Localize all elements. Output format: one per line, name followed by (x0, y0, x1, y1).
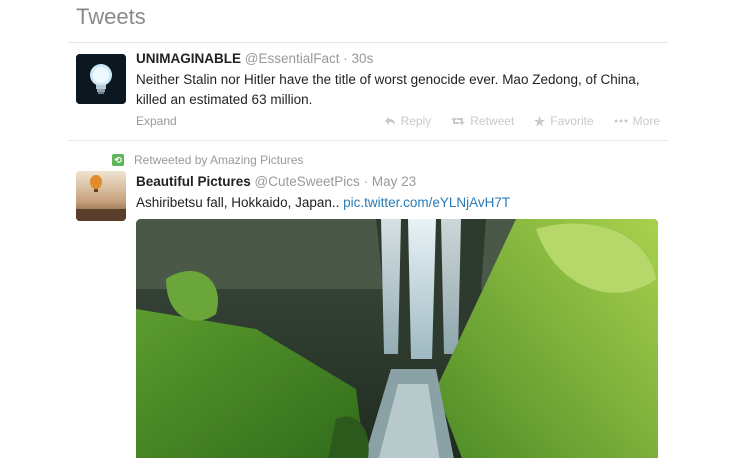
retweet-context: ⟲ Retweeted by Amazing Pictures (112, 153, 303, 167)
hot-air-balloon-icon (76, 171, 126, 221)
author-handle[interactable]: @EssentialFact (245, 51, 340, 66)
tweet-text-body: Ashiribetsu fall, Hokkaido, Japan.. (136, 195, 340, 210)
author-handle[interactable]: @CuteSweetPics (255, 174, 360, 189)
tweet-actions: Reply Retweet Favorite More (384, 114, 660, 128)
tweet-text: Neither Stalin nor Hitler have the title… (136, 72, 640, 107)
media-link[interactable]: pic.twitter.com/eYLNjAvH7T (343, 195, 510, 210)
more-action[interactable]: More (614, 114, 660, 128)
retweet-icon: ⟲ (112, 154, 124, 166)
page-title: Tweets (76, 4, 146, 29)
tweet-content: UNIMAGINABLE @EssentialFact · 30s Neithe… (136, 50, 661, 110)
favorite-label: Favorite (550, 114, 594, 128)
tweet-header: UNIMAGINABLE @EssentialFact · 30s (136, 50, 661, 68)
reply-label: Reply (400, 114, 432, 128)
tweet-content: Beautiful Pictures @CuteSweetPics · May … (136, 173, 661, 213)
favorite-action[interactable]: Favorite (534, 114, 594, 128)
separator-dot: · (343, 51, 348, 66)
tweet-time[interactable]: May 23 (372, 174, 416, 189)
author-name[interactable]: UNIMAGINABLE (136, 51, 241, 66)
retweet-action[interactable]: Retweet (451, 114, 514, 128)
retweet-label: Retweet (470, 114, 515, 128)
retweeted-by-text[interactable]: Retweeted by Amazing Pictures (134, 153, 303, 167)
more-label: More (632, 114, 660, 128)
tweet-item[interactable]: ⟲ Retweeted by Amazing Pictures Beautifu… (68, 141, 668, 458)
waterfall-photo (136, 219, 658, 458)
retweet-icon (451, 117, 466, 125)
avatar[interactable] (76, 171, 126, 221)
lightbulb-icon (76, 54, 126, 104)
reply-icon (384, 117, 395, 125)
tweet-time[interactable]: 30s (352, 51, 374, 66)
star-icon (534, 115, 546, 126)
author-name[interactable]: Beautiful Pictures (136, 174, 251, 189)
separator-dot: · (363, 174, 369, 189)
tweet-text: Ashiribetsu fall, Hokkaido, Japan.. pic.… (136, 193, 661, 213)
reply-action[interactable]: Reply (384, 114, 432, 128)
tweet-header: Beautiful Pictures @CuteSweetPics · May … (136, 173, 661, 191)
tweet-media-image[interactable] (136, 219, 658, 458)
ellipsis-icon (614, 119, 628, 123)
expand-link[interactable]: Expand (136, 114, 177, 128)
timeline-header: Tweets (68, 0, 668, 43)
tweets-timeline: Tweets UNIMAGINABLE @EssentialFact · 30s… (0, 0, 736, 458)
tweet-item[interactable]: UNIMAGINABLE @EssentialFact · 30s Neithe… (68, 42, 668, 141)
avatar[interactable] (76, 54, 126, 104)
